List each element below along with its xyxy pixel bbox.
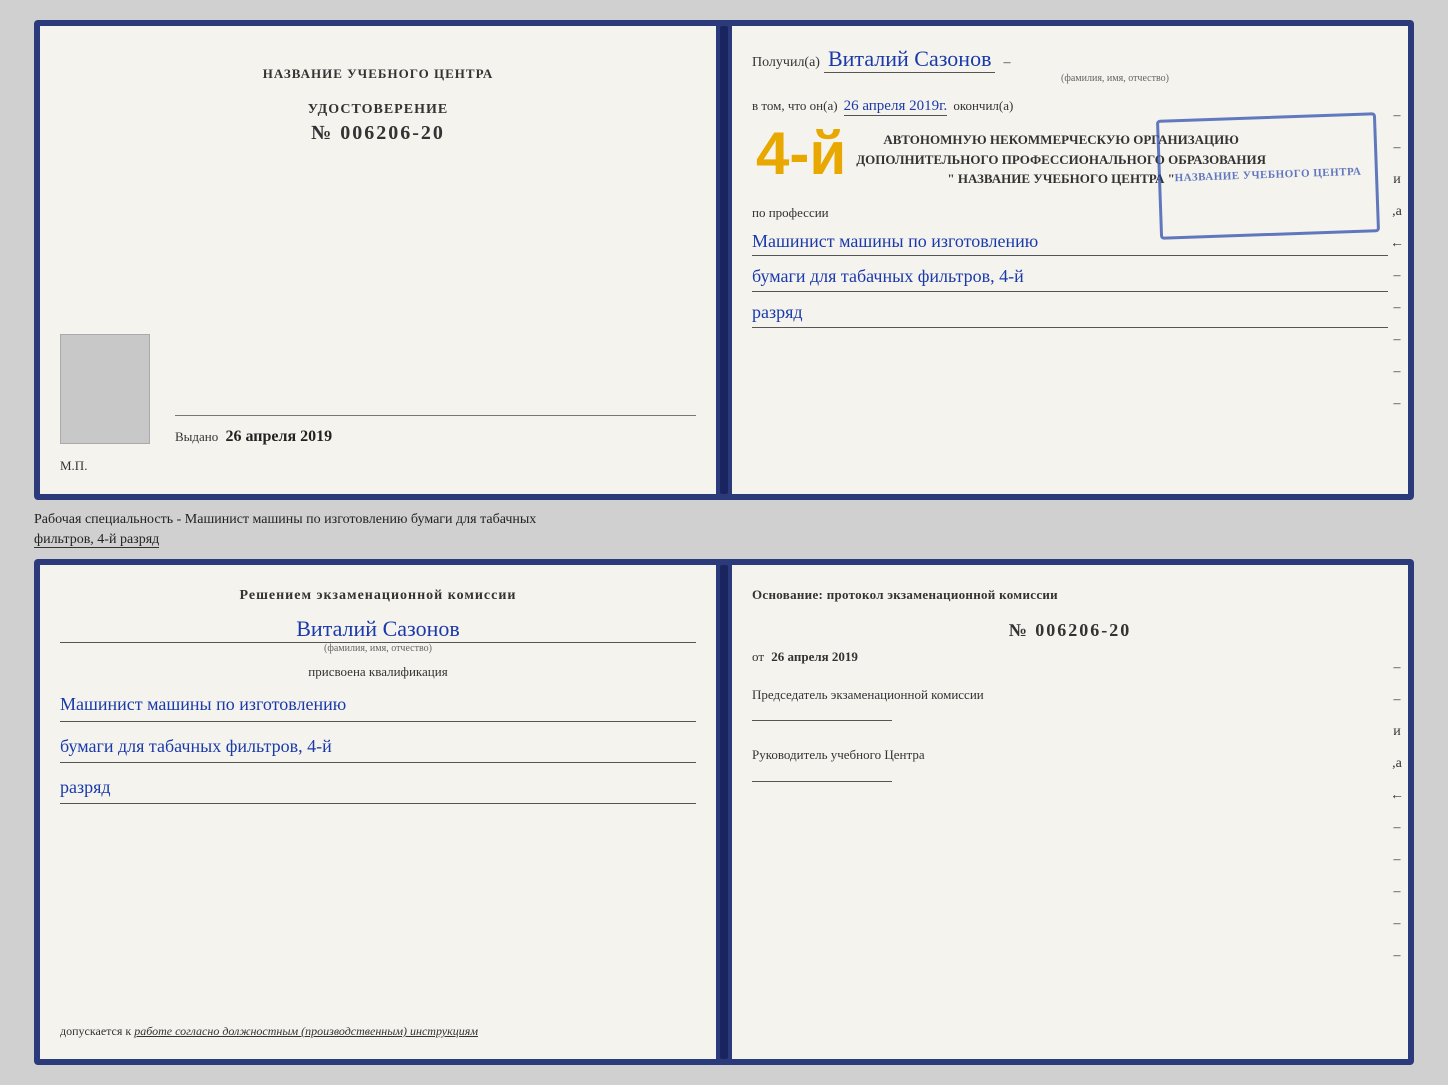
date-handwritten: 26 апреля 2019г. xyxy=(844,98,948,116)
edge-mark-9: – xyxy=(1394,364,1401,380)
certificate-book-bottom: Решением экзаменационной комиссии Витали… xyxy=(34,559,1414,1065)
edge-mark-4: ,а xyxy=(1392,204,1402,220)
udostoverenie-label: УДОСТОВЕРЕНИЕ xyxy=(308,102,448,118)
edge-mark-1: – xyxy=(1394,108,1401,124)
bottom-right-edge-marks: – – и ,а ← – – – – – xyxy=(1386,565,1408,1059)
prisvoena-label: присвоена квалификация xyxy=(60,664,696,680)
stamp: НАЗВАНИЕ УЧЕБНОГО ЦЕНТРА xyxy=(1156,112,1380,240)
book-spine-top xyxy=(720,26,728,494)
vydano-area: Выдано 26 апреля 2019 xyxy=(165,415,696,454)
poluchil-line: Получил(а) Виталий Сазонов – xyxy=(752,46,1388,73)
fio-sublabel-bottom: (фамилия, имя, отчество) xyxy=(60,643,696,654)
edge-mark-8: – xyxy=(1394,332,1401,348)
qual-line2: бумаги для табачных фильтров, 4-й xyxy=(60,730,696,763)
edge-mark-2: – xyxy=(1394,140,1401,156)
vydano-date: 26 апреля 2019 xyxy=(226,428,333,445)
resheniem-text: Решением экзаменационной комиссии xyxy=(60,585,696,606)
certificate-book-top: НАЗВАНИЕ УЧЕБНОГО ЦЕНТРА УДОСТОВЕРЕНИЕ №… xyxy=(34,20,1414,500)
big-number: 4-й xyxy=(756,124,846,184)
predsedatel-label: Председатель экзаменационной комиссии xyxy=(752,685,1388,705)
edge-mark-6: – xyxy=(1394,268,1401,284)
photo-placeholder xyxy=(60,334,150,444)
dopuskaetsya: допускается к работе согласно должностны… xyxy=(60,1024,696,1039)
left-bottom-area: Выдано 26 апреля 2019 М.П. xyxy=(60,334,696,474)
ot-date: 26 апреля 2019 xyxy=(771,649,858,664)
edge-mark-10: – xyxy=(1394,396,1401,412)
ot-line: от 26 апреля 2019 xyxy=(752,649,1388,665)
protocol-number: № 006206-20 xyxy=(752,620,1388,641)
vydano-line: Выдано 26 апреля 2019 xyxy=(175,428,696,446)
bottom-right-page: – – и ,а ← – – – – – Основание: протокол… xyxy=(732,565,1408,1059)
edge-mark-7: – xyxy=(1394,300,1401,316)
cert-middle: УДОСТОВЕРЕНИЕ № 006206-20 xyxy=(308,102,448,145)
signature-area-top xyxy=(175,415,696,416)
bottom-name: Виталий Сазонов xyxy=(60,616,696,643)
recipient-name: Виталий Сазонов xyxy=(824,46,995,73)
predsedatel-signature-line xyxy=(752,720,892,721)
poluchil-prefix: Получил(а) xyxy=(752,55,820,71)
left-bottom-row: Выдано 26 апреля 2019 xyxy=(60,334,696,454)
page-wrapper: НАЗВАНИЕ УЧЕБНОГО ЦЕНТРА УДОСТОВЕРЕНИЕ №… xyxy=(0,0,1448,1085)
qual-line1: Машинист машины по изготовлению xyxy=(60,688,696,721)
dopuskaetsya-prefix: допускается к xyxy=(60,1024,131,1038)
right-page-top: НАЗВАНИЕ УЧЕБНОГО ЦЕНТРА – – и ,а ← – – … xyxy=(732,26,1408,494)
profession-line3: разряд xyxy=(752,298,1388,328)
specialty-underline: фильтров, 4-й разряд xyxy=(34,532,159,548)
cert-number: № 006206-20 xyxy=(308,122,448,145)
left-page-top: НАЗВАНИЕ УЧЕБНОГО ЦЕНТРА УДОСТОВЕРЕНИЕ №… xyxy=(40,26,716,494)
fio-sublabel-top: (фамилия, имя, отчество) xyxy=(842,73,1388,84)
school-name-label: НАЗВАНИЕ УЧЕБНОГО ЦЕНТРА xyxy=(263,66,494,82)
edge-mark-3: и xyxy=(1393,172,1401,188)
stamp-text: НАЗВАНИЕ УЧЕБНОГО ЦЕНТРА xyxy=(1174,165,1361,187)
specialty-label: Рабочая специальность - Машинист машины … xyxy=(34,510,1414,549)
dopuskaetsya-text: работе согласно должностным (производств… xyxy=(134,1024,478,1038)
dash-after-name: – xyxy=(1003,55,1010,71)
ot-prefix: от xyxy=(752,649,764,664)
rukovoditel-signature-line xyxy=(752,781,892,782)
rukovoditel-label: Руководитель учебного Центра xyxy=(752,745,1388,765)
okonchil-label: окончил(а) xyxy=(953,98,1013,114)
bottom-left-page: Решением экзаменационной комиссии Витали… xyxy=(40,565,716,1059)
osnovanie-text: Основание: протокол экзаменационной коми… xyxy=(752,585,1388,606)
v-tom-prefix: в том, что он(а) xyxy=(752,98,838,114)
right-edge-marks: – – и ,а ← – – – – – xyxy=(1386,26,1408,494)
book-spine-bottom xyxy=(720,565,728,1059)
v-tom-line: в том, что он(а) 26 апреля 2019г. окончи… xyxy=(752,98,1388,116)
qual-line3: разряд xyxy=(60,771,696,804)
specialty-text-main: Рабочая специальность - Машинист машины … xyxy=(34,512,536,527)
mp-label: М.П. xyxy=(60,458,696,474)
profession-line2: бумаги для табачных фильтров, 4-й xyxy=(752,262,1388,292)
edge-mark-5: ← xyxy=(1390,236,1404,252)
